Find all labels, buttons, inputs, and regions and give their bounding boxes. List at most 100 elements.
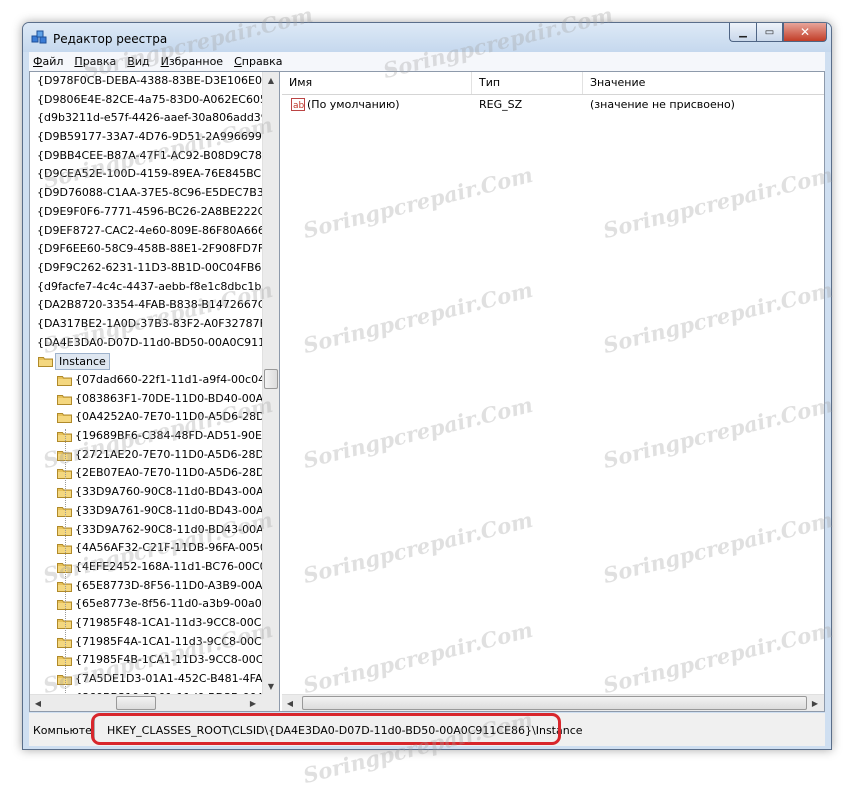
scroll-down-arrow-icon[interactable]: ▼ — [263, 678, 279, 694]
values-hscroll-thumb[interactable] — [302, 696, 807, 710]
tree-key[interactable]: {DA317BE2-1A0D-37B3-83F2-A0F32787FC — [30, 315, 262, 334]
tree-key-label: {71985F48-1CA1-11d3-9CC8-00C0 — [75, 615, 262, 629]
menu-view[interactable]: Вид — [123, 55, 156, 68]
tree-key-label: {71985F4B-1CA1-11D3-9CC8-00C0 — [75, 653, 262, 667]
registry-editor-icon — [31, 30, 47, 44]
tree-key[interactable]: {d9b3211d-e57f-4426-aaef-30a806add397 — [30, 109, 262, 128]
tree-key-label: {DA317BE2-1A0D-37B3-83F2-A0F32787FC — [37, 316, 262, 330]
menu-bar: Файл Правка Вид Избранное Справка — [29, 52, 825, 72]
tree-key-label: {2EB07EA0-7E70-11D0-A5D6-28DB — [75, 466, 262, 480]
tree-key[interactable]: {D9E9F0F6-7771-4596-BC26-2A8BE222CB — [30, 203, 262, 222]
tree-key-label: {2721AE20-7E70-11D0-A5D6-28DB — [75, 447, 262, 461]
tree-key-label: {07dad660-22f1-11d1-a9f4-00c04f — [75, 373, 262, 386]
scroll-up-arrow-icon[interactable]: ▲ — [263, 72, 279, 88]
menu-help[interactable]: Справка — [230, 55, 289, 68]
tree-key-label: {65E8773D-8F56-11D0-A3B9-00A0 — [75, 578, 262, 592]
maximize-icon: ▭ — [764, 26, 775, 38]
svg-text:ab: ab — [293, 101, 305, 111]
tree-key-label: {33D9A761-90C8-11d0-BD43-00A0 — [75, 503, 262, 517]
tree-key[interactable]: {d9facfe7-4c4c-4437-aebb-f8e1c8dbc1b5 — [30, 278, 262, 297]
path-highlight-annotation — [91, 713, 561, 745]
string-value-icon: ab — [291, 98, 305, 111]
tree-subkey[interactable]: {07dad660-22f1-11d1-a9f4-00c04f — [30, 371, 262, 390]
scroll-left-arrow-icon[interactable]: ◀ — [282, 695, 298, 711]
tree-key[interactable]: {D9F6EE60-58C9-458B-88E1-2F908FD7F87 — [30, 240, 262, 259]
folder-icon — [57, 411, 72, 424]
tree-key-label: {DA2B8720-3354-4FAB-B838-B1472667C8 — [37, 298, 262, 312]
tree-key-label: {19689BF6-C384-48FD-AD51-90E5 — [75, 429, 262, 443]
tree-key[interactable]: {DA2B8720-3354-4FAB-B838-B1472667C8 — [30, 296, 262, 315]
tree-key[interactable]: {D9D76088-C1AA-37E5-8C96-E5DEC7B32 — [30, 184, 262, 203]
tree-key-label: {71985F4A-1CA1-11d3-9CC8-00C0 — [75, 634, 262, 648]
tree-key-label: {D9F9C262-6231-11D3-8B1D-00C04FB6BD — [37, 260, 262, 274]
client-area: {D978F0CB-DEBA-4388-83BE-D3E106E02A {D980… — [29, 71, 825, 712]
tree-key[interactable]: {D9B59177-33A7-4D76-9D51-2A996699EE — [30, 128, 262, 147]
maximize-button[interactable]: ▭ — [756, 23, 783, 42]
values-pane: Имя Тип Значение ab (По умолчанию) REG_S… — [282, 72, 824, 711]
caption-buttons: ▁ ▭ ✕ — [729, 23, 827, 43]
tree-key-label: {D9CEA52E-100D-4159-89EA-76E845BC13 — [37, 167, 262, 181]
tree-key-label: {d9b3211d-e57f-4426-aaef-30a806add397 — [37, 111, 262, 125]
registry-editor-window: Редактор реестра ▁ ▭ ✕ Файл Правка Вид И… — [22, 22, 832, 750]
column-value-header[interactable]: Значение — [583, 72, 824, 94]
values-horizontal-scrollbar[interactable]: ◀ ▶ — [282, 694, 824, 711]
tree-key-label: {D9B59177-33A7-4D76-9D51-2A996699EE — [37, 130, 262, 144]
values-column-header: Имя Тип Значение — [282, 72, 824, 95]
scroll-left-arrow-icon[interactable]: ◀ — [30, 695, 46, 711]
key-tree-pane: {D978F0CB-DEBA-4388-83BE-D3E106E02A {D980… — [30, 72, 280, 711]
close-icon: ✕ — [799, 25, 811, 39]
minimize-icon: ▁ — [739, 26, 747, 38]
tree-key-label: {65e8773e-8f56-11d0-a3b9-00a0c9 — [75, 597, 262, 611]
tree-key-label: {D9E9F0F6-7771-4596-BC26-2A8BE222CB — [37, 204, 262, 218]
tree-vscroll-thumb[interactable] — [264, 369, 278, 389]
menu-file[interactable]: Файл — [29, 55, 70, 68]
tree-key[interactable]: {D9CEA52E-100D-4159-89EA-76E845BC13 — [30, 165, 262, 184]
scrollbar-corner — [262, 694, 279, 711]
value-data: (значение не присвоено) — [590, 98, 735, 111]
tree-key-label: {7A5DE1D3-01A1-452C-B481-4FA — [75, 672, 262, 685]
scroll-right-arrow-icon[interactable]: ▶ — [807, 695, 823, 711]
tree-key-label: {33D9A760-90C8-11d0-BD43-00A0 — [75, 485, 262, 499]
folder-open-icon — [38, 355, 53, 368]
tree-horizontal-scrollbar[interactable]: ◀ ▶ — [30, 694, 262, 711]
tree-key-label: {D9F6EE60-58C9-458B-88E1-2F908FD7F87 — [37, 242, 262, 256]
tree-connector-line — [65, 429, 66, 709]
tree-key-label: Instance — [55, 353, 110, 371]
close-button[interactable]: ✕ — [783, 23, 827, 42]
tree-key-instance[interactable]: Instance — [30, 352, 262, 371]
tree-key-label: {D9D76088-C1AA-37E5-8C96-E5DEC7B32 — [37, 186, 262, 200]
tree-key[interactable]: {D9806E4E-82CE-4a75-83D0-A062EC6053 — [30, 91, 262, 110]
column-name-header[interactable]: Имя — [282, 72, 472, 94]
tree-key[interactable]: {D9BB4CEE-B87A-47F1-AC92-B08D9C781 — [30, 147, 262, 166]
tree-key-label: {D9806E4E-82CE-4a75-83D0-A062EC6053 — [37, 92, 262, 106]
tree-subkey[interactable]: {0A4252A0-7E70-11D0-A5D6-28DB — [30, 408, 262, 427]
menu-favorites[interactable]: Избранное — [157, 55, 230, 68]
tree-key-label: {D9EF8727-CAC2-4e60-809E-86F80A666C — [37, 223, 262, 237]
tree-key[interactable]: {D9EF8727-CAC2-4e60-809E-86F80A666C — [30, 222, 262, 241]
value-row[interactable]: ab (По умолчанию) REG_SZ (значение не пр… — [282, 96, 824, 114]
status-computer-label: Компьюте — [33, 724, 92, 737]
tree-key-label: {083863F1-70DE-11D0-BD40-00A0 — [75, 391, 262, 405]
status-bar: Компьюте HKEY_CLASSES_ROOT\CLSID\{DA4E3D… — [29, 713, 825, 746]
tree-key-label: {D9BB4CEE-B87A-47F1-AC92-B08D9C781 — [37, 148, 262, 162]
tree-key-label: {0A4252A0-7E70-11D0-A5D6-28DB — [75, 410, 262, 424]
tree-key[interactable]: {D978F0CB-DEBA-4388-83BE-D3E106E02A — [30, 72, 262, 91]
tree-key-label: {33D9A762-90C8-11d0-BD43-00A0 — [75, 522, 262, 536]
minimize-button[interactable]: ▁ — [729, 23, 756, 42]
column-type-header[interactable]: Тип — [472, 72, 583, 94]
value-name: (По умолчанию) — [307, 98, 400, 111]
tree-subkey[interactable]: {083863F1-70DE-11D0-BD40-00A0 — [30, 390, 262, 409]
tree-key-label: {4EFE2452-168A-11d1-BC76-00C0 — [75, 559, 262, 573]
tree-key[interactable]: {D9F9C262-6231-11D3-8B1D-00C04FB6BD — [30, 259, 262, 278]
tree-key-label: {d9facfe7-4c4c-4437-aebb-f8e1c8dbc1b5 — [37, 279, 262, 293]
folder-icon — [57, 393, 72, 405]
tree-vertical-scrollbar[interactable]: ▲ ▼ — [262, 72, 279, 694]
scroll-right-arrow-icon[interactable]: ▶ — [245, 695, 261, 711]
folder-icon — [57, 374, 72, 386]
tree-key[interactable]: {DA4E3DA0-D07D-11d0-BD50-00A0C911C — [30, 334, 262, 353]
title-bar[interactable]: Редактор реестра ▁ ▭ ✕ — [23, 23, 831, 52]
tree-hscroll-thumb[interactable] — [116, 696, 156, 710]
window-title: Редактор реестра — [53, 32, 168, 46]
tree-key-label: {DA4E3DA0-D07D-11d0-BD50-00A0C911C — [37, 335, 262, 349]
menu-edit[interactable]: Правка — [70, 55, 123, 68]
